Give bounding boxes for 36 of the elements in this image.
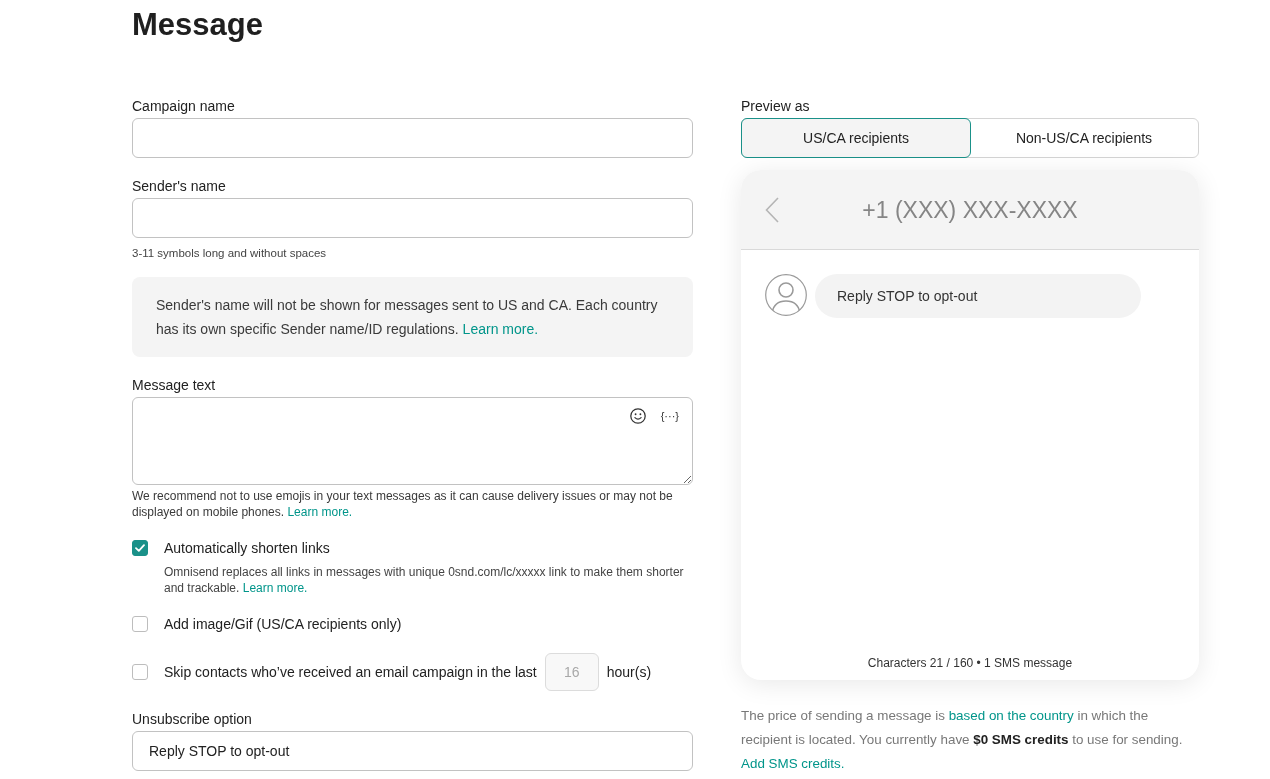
phone-number: +1 (XXX) XXX-XXXX <box>862 195 1078 225</box>
message-bubble: Reply STOP to opt-out <box>815 274 1141 318</box>
field-label: Sender's name <box>132 177 226 196</box>
price-note: The price of sending a message is based on the country in which the recipient is located. You currently have $0 SMS credits to use for sending. Add SMS credits. <box>741 707 1184 773</box>
smiley-icon <box>630 408 646 424</box>
back-chevron-icon <box>765 196 779 223</box>
field-label: Preview as <box>741 97 810 116</box>
learn-more-link[interactable]: Learn more. <box>242 581 308 595</box>
learn-more-link[interactable]: Learn more. <box>287 505 353 519</box>
hint-text: 3-11 symbols long and without spaces <box>132 246 327 261</box>
option-label: Automatically shorten links <box>164 539 330 558</box>
preview-tab[interactable]: Non-US/CA recipients <box>969 118 1199 158</box>
option-description: Omnisend replaces all links in messages with unique 0snd.com/lc/xxxxx link to make them shorter and trackable. Learn more. <box>163 564 685 596</box>
campaign-name-input[interactable] <box>132 118 693 158</box>
checkbox[interactable] <box>132 540 148 556</box>
add-credits-link[interactable]: Add SMS credits. <box>741 756 845 771</box>
checkmark-icon <box>135 544 145 552</box>
emoji-button[interactable] <box>630 408 646 424</box>
character-counter: Characters 21 / 160 • 1 SMS message <box>866 655 1074 672</box>
hours-unit: hour(s) <box>606 663 652 682</box>
field-label: Unsubscribe option <box>132 710 252 729</box>
option-label: Skip contacts who’ve received an email campaign in the last <box>164 663 537 682</box>
page-title: Message <box>132 6 263 44</box>
pricing-link[interactable]: based on the country <box>948 708 1074 723</box>
learn-more-link[interactable]: Learn more. <box>462 321 539 337</box>
field-label: Campaign name <box>132 97 235 116</box>
avatar-icon <box>765 274 807 316</box>
option-label: Add image/Gif (US/CA recipients only) <box>164 615 402 634</box>
checkbox[interactable] <box>132 616 148 632</box>
field-label: Message text <box>132 376 216 395</box>
variable-button[interactable]: {···} <box>660 407 679 425</box>
unsubscribe-input[interactable]: Reply STOP to opt-out <box>132 731 693 771</box>
sender-name-input[interactable] <box>132 198 693 238</box>
hint-text: We recommend not to use emojis in your text messages as it can cause delivery issues or may not be displayed on mobile phones. Learn more. <box>132 488 674 520</box>
info-text: Sender's name will not be shown for messages sent to US and CA. Each country has its own specific Sender name/ID regulations. Learn more. <box>156 296 659 339</box>
preview-tab[interactable]: US/CA recipients <box>741 118 971 158</box>
